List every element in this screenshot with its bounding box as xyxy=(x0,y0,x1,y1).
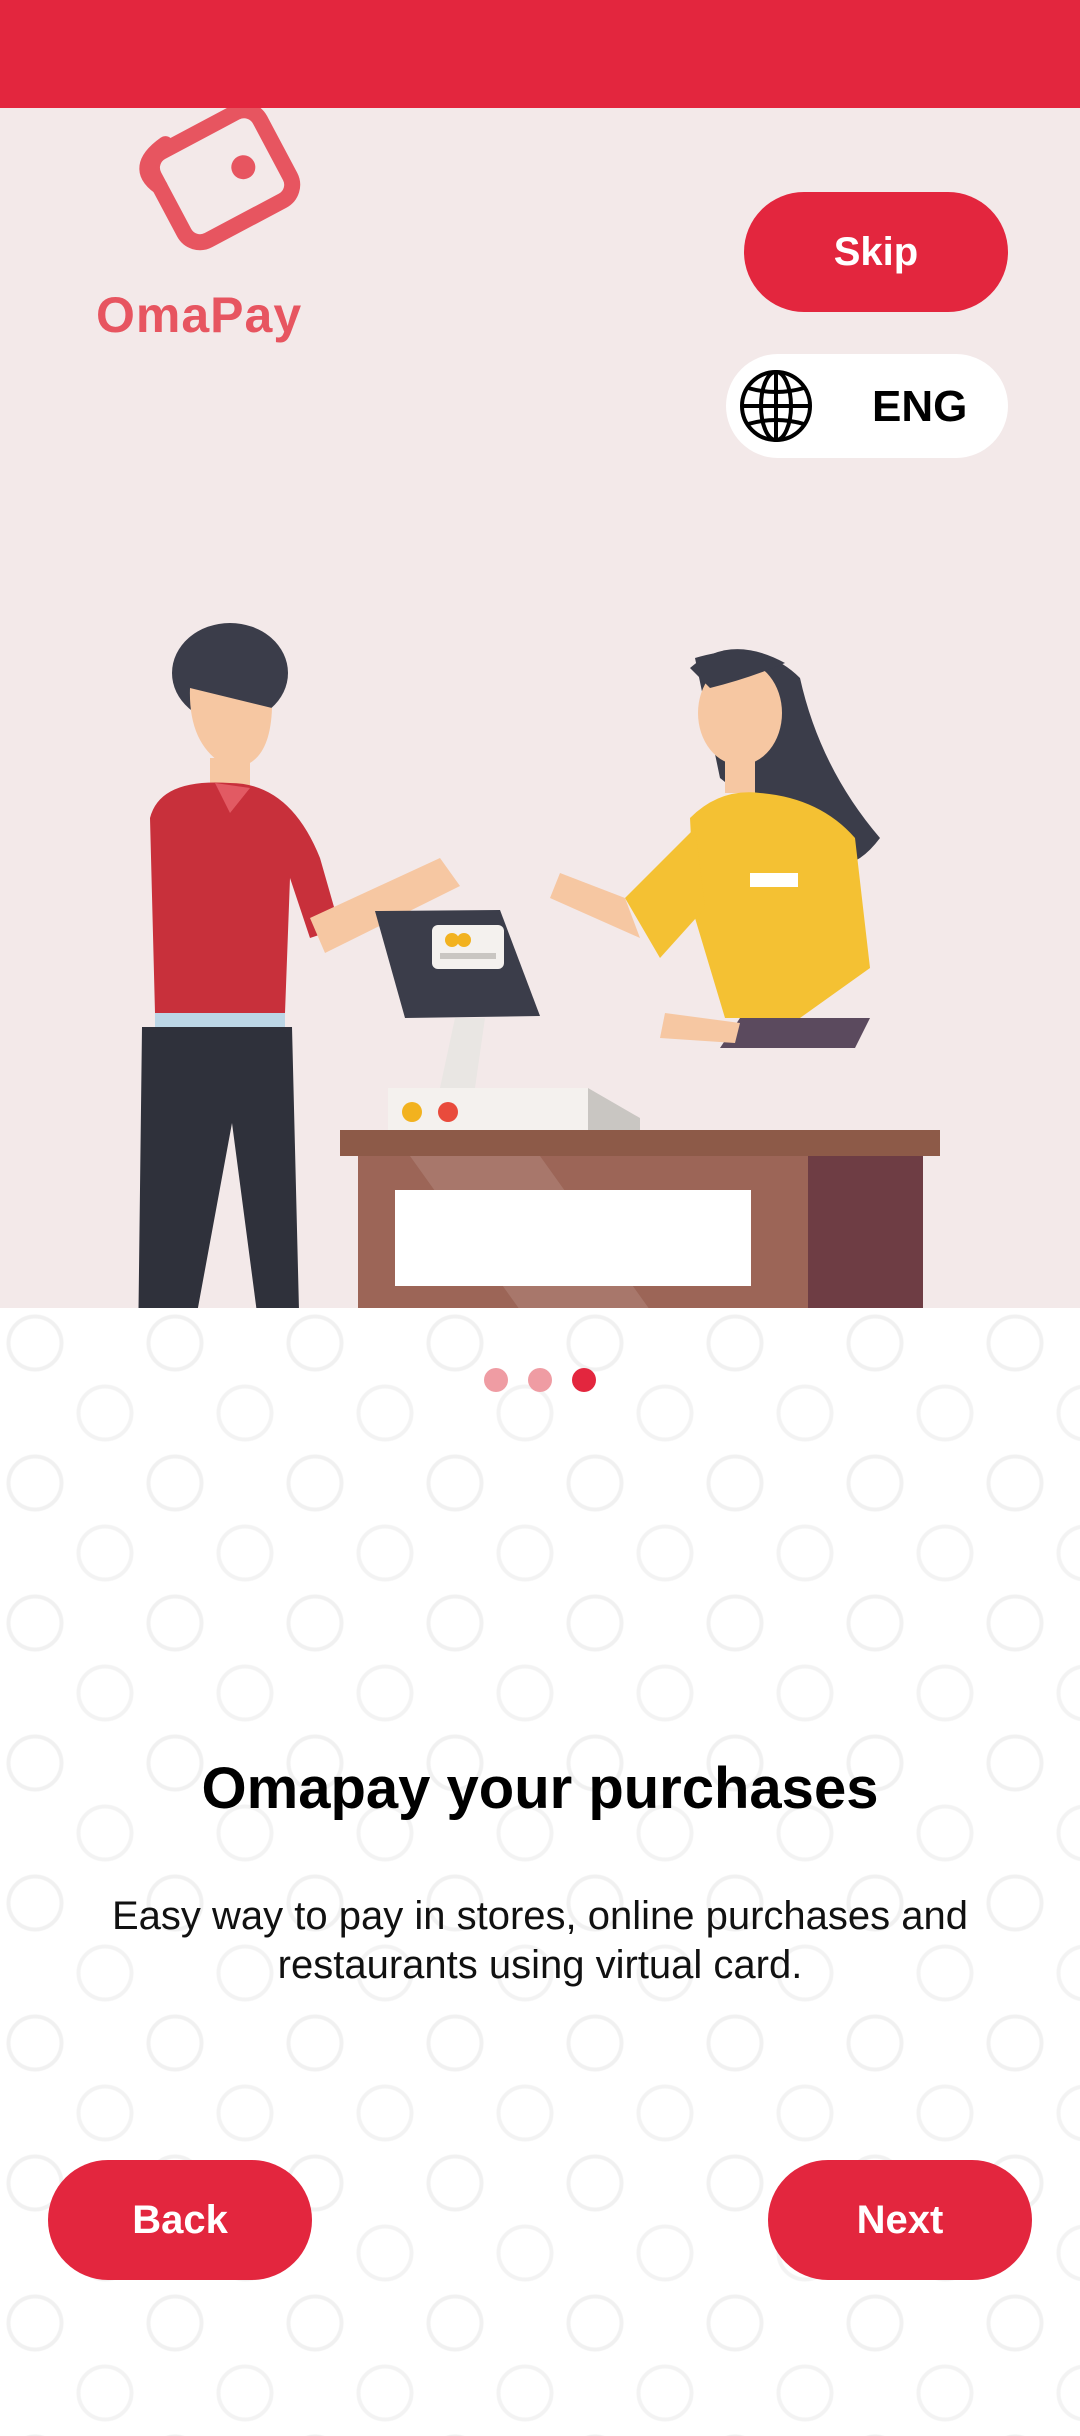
onboarding-hero: OmaPay Skip ENG xyxy=(0,108,1080,1308)
card-terminal xyxy=(375,910,640,1133)
omapay-logo: OmaPay xyxy=(90,108,350,368)
cashier-figure xyxy=(550,649,880,1048)
back-button[interactable]: Back xyxy=(48,2160,312,2280)
carousel-dot-2[interactable] xyxy=(528,1368,552,1392)
skip-button[interactable]: Skip xyxy=(744,192,1008,312)
carousel-dot-1[interactable] xyxy=(484,1368,508,1392)
onboarding-title: Omapay your purchases xyxy=(201,1756,879,1821)
carousel-indicator xyxy=(0,1368,1080,1392)
onboarding-description: Easy way to pay in stores, online purcha… xyxy=(111,1894,969,1987)
language-selector[interactable]: ENG xyxy=(726,354,1008,458)
wallet-logo-icon xyxy=(139,108,301,251)
carousel-dot-3[interactable] xyxy=(572,1368,596,1392)
status-bar xyxy=(0,0,1080,108)
logo-text: OmaPay xyxy=(96,287,303,343)
next-button[interactable]: Next xyxy=(768,2160,1032,2280)
checkout-illustration xyxy=(138,623,940,1308)
language-label: ENG xyxy=(872,382,968,431)
counter-desk xyxy=(340,1130,940,1308)
globe-icon xyxy=(740,370,812,442)
